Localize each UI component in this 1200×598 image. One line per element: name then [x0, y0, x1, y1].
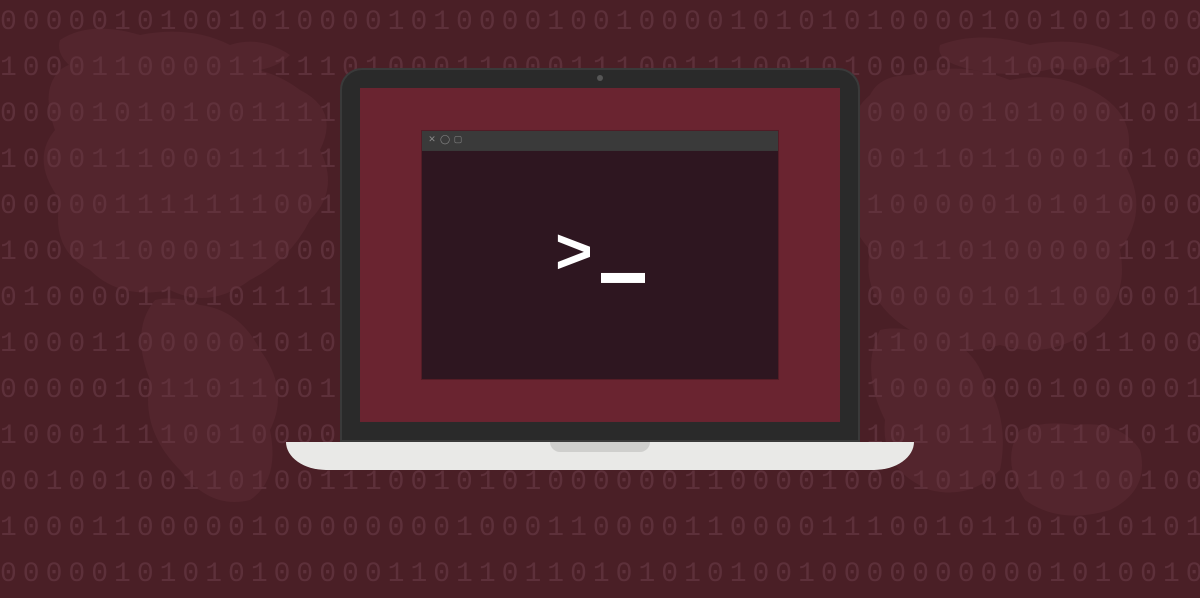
- terminal-window: ✕ ◯ ▢ >: [422, 130, 778, 378]
- terminal-titlebar: ✕ ◯ ▢: [422, 130, 778, 150]
- laptop-illustration: ✕ ◯ ▢ >: [340, 67, 860, 469]
- window-control-icon: ◯: [441, 136, 449, 144]
- prompt-caret-icon: >: [555, 224, 593, 288]
- terminal-body: >: [422, 150, 778, 378]
- laptop-bezel: ✕ ◯ ▢ >: [340, 67, 860, 441]
- cursor-icon: [601, 272, 645, 282]
- terminal-prompt: >: [555, 224, 645, 288]
- laptop-notch: [550, 441, 650, 451]
- laptop-screen: ✕ ◯ ▢ >: [360, 87, 840, 421]
- window-control-icon: ✕: [428, 136, 436, 144]
- camera-dot-icon: [597, 74, 603, 80]
- window-control-icon: ▢: [454, 136, 462, 144]
- laptop-base: [286, 441, 914, 469]
